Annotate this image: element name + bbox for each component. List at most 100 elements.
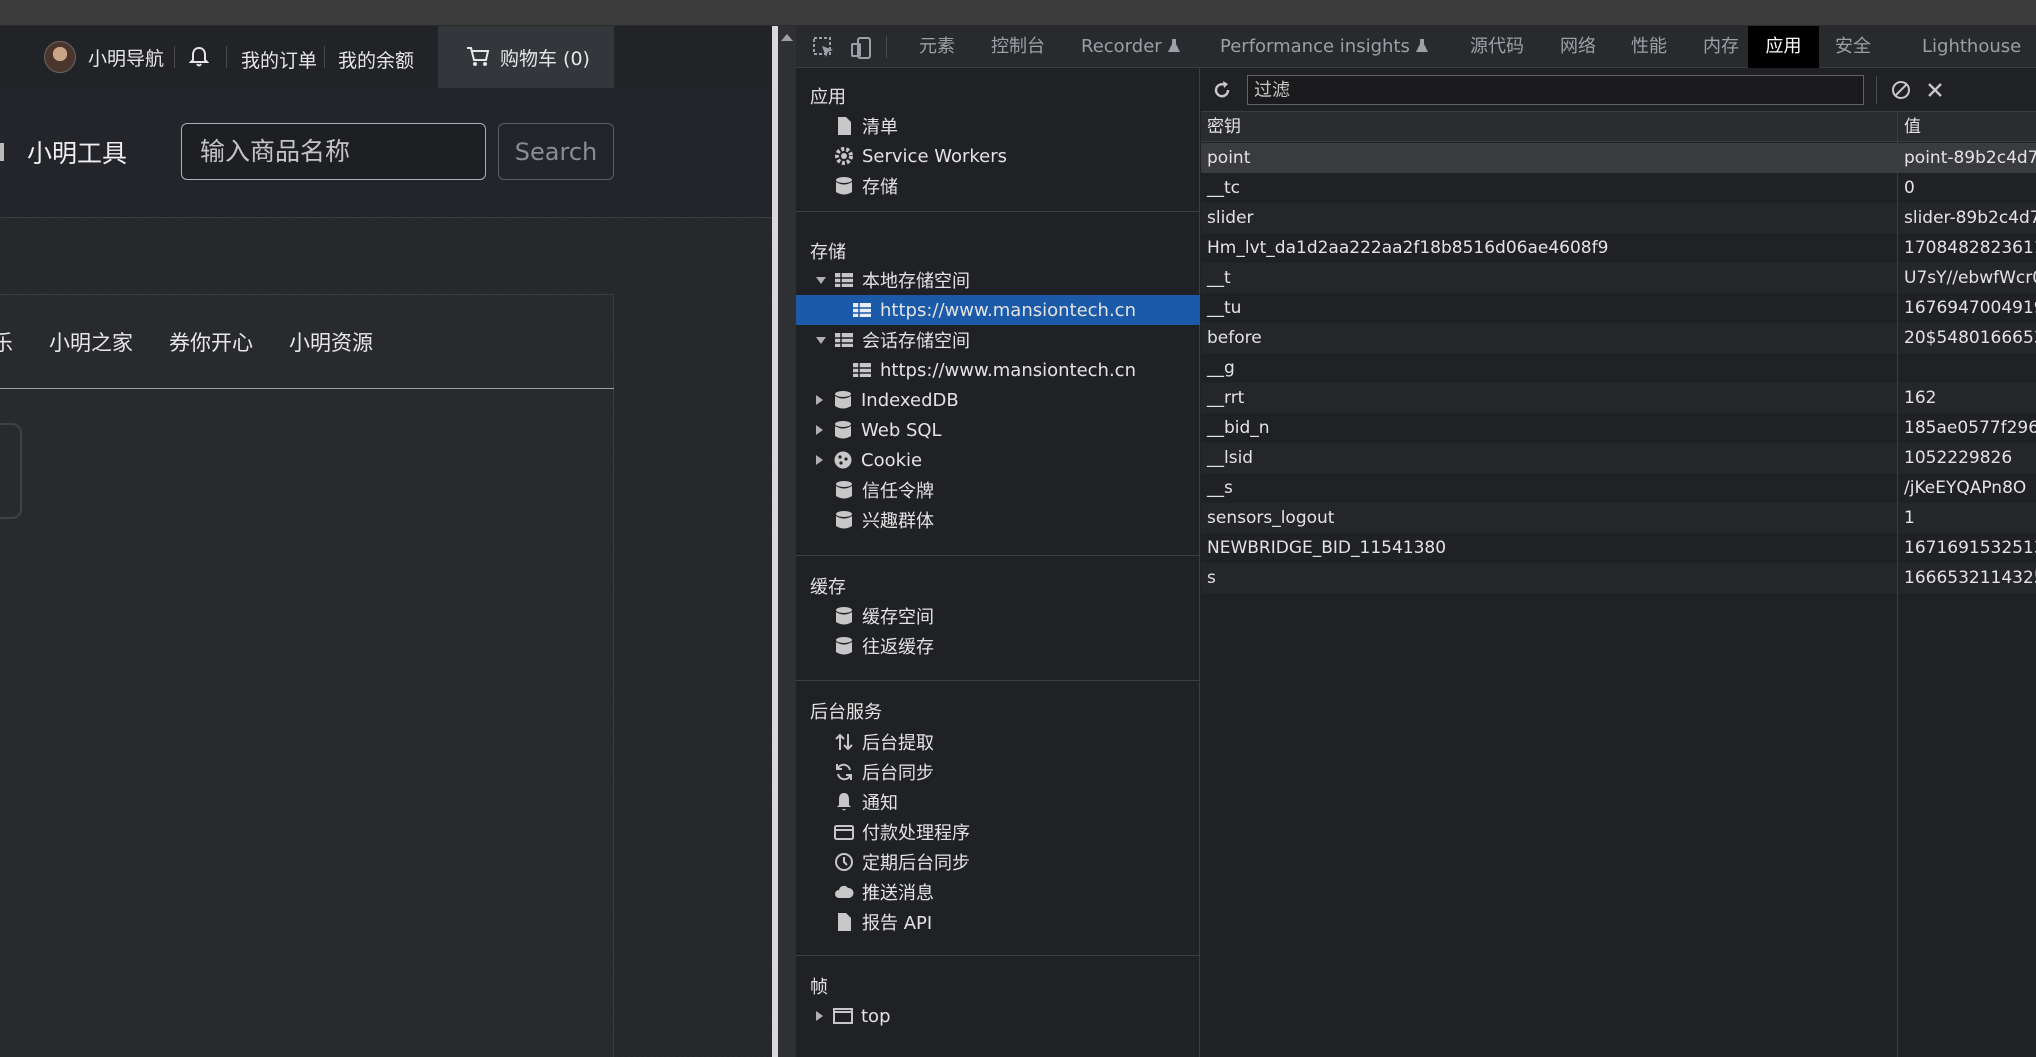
user-menu[interactable]: 小明导航: [44, 40, 164, 74]
table-row[interactable]: __bid_n 185ae0577f2964: [1201, 413, 2036, 443]
table-row[interactable]: point point-89b2c4d7: [1201, 143, 2036, 173]
row-key: point: [1207, 148, 1251, 168]
row-key: __t: [1207, 268, 1231, 288]
refresh-icon[interactable]: [1211, 79, 1233, 101]
table-row[interactable]: __lsid 1052229826: [1201, 443, 2036, 473]
tab-elements[interactable]: 元素: [907, 26, 967, 68]
table-row[interactable]: sensors_logout 1: [1201, 503, 2036, 533]
orders-link[interactable]: 我的订单: [241, 46, 317, 73]
sidebar-item-label: https://www.mansiontech.cn: [880, 299, 1136, 321]
sidebar-item-storage-overview[interactable]: 存储: [796, 171, 1200, 201]
product-search-input[interactable]: [181, 123, 486, 180]
sidebar-item-session-storage-origin[interactable]: https://www.mansiontech.cn: [796, 355, 1200, 385]
sidebar-item-payment-handler[interactable]: 付款处理程序: [796, 817, 1200, 847]
table-row[interactable]: s 1666532114325: [1201, 563, 2036, 593]
database-icon: [836, 177, 852, 195]
filter-input[interactable]: [1247, 75, 1864, 105]
table-row[interactable]: Hm_lvt_da1d2aa222aa2f18b8516d06ae4608f9 1…: [1201, 233, 2036, 263]
scroll-up-arrow[interactable]: [781, 34, 793, 41]
expand-arrow-icon[interactable]: [816, 336, 826, 344]
tab-console[interactable]: 控制台: [979, 26, 1057, 68]
browser-top-strip: [0, 0, 2036, 26]
sidebar-item-cache-storage[interactable]: 缓存空间: [796, 601, 1200, 631]
table-row[interactable]: before 20$5480166653: [1201, 323, 2036, 353]
sidebar-item-interest-groups[interactable]: 兴趣群体: [796, 505, 1200, 535]
user-name[interactable]: 小明导航: [88, 44, 164, 71]
collapse-arrow-icon[interactable]: [816, 455, 823, 465]
cart-button[interactable]: 购物车 (0): [438, 26, 614, 88]
sidebar-item-local-storage[interactable]: 本地存储空间: [796, 265, 1200, 295]
tab-lighthouse[interactable]: Lighthouse: [1910, 26, 2033, 68]
sidebar-item-label: 存储: [862, 177, 898, 198]
table-row[interactable]: __tu 1676947004919: [1201, 293, 2036, 323]
top-nav-bar: 小明导航 我的订单 我的余额 购物车 (0): [0, 26, 772, 88]
table-row[interactable]: __s/jKeEYQAPn8O: [1201, 473, 2036, 503]
category-menu: 乐 小明之家 券你开心 小明资源: [0, 295, 614, 389]
table-row[interactable]: slider slider-89b2c4d7: [1201, 203, 2036, 233]
menu-item[interactable]: 乐: [0, 327, 13, 357]
sidebar-item-push-messaging[interactable]: 推送消息: [796, 877, 1200, 907]
sidebar-item-trust-tokens[interactable]: 信任令牌: [796, 475, 1200, 505]
page-scrollbar[interactable]: [778, 26, 796, 1057]
collapse-arrow-icon[interactable]: [816, 1011, 823, 1021]
table-row[interactable]: __tc 0: [1201, 173, 2036, 203]
balance-link[interactable]: 我的余额: [338, 46, 414, 73]
search-button[interactable]: Search: [498, 123, 614, 180]
tab-performance-insights[interactable]: Performance insights: [1208, 26, 1440, 68]
sidebar-item-notifications[interactable]: 通知: [796, 787, 1200, 817]
table-row[interactable]: __t U7sY//ebwfWcr0: [1201, 263, 2036, 293]
menu-item[interactable]: 小明之家: [49, 327, 133, 357]
content-panel: 乐 小明之家 券你开心 小明资源: [0, 294, 614, 1057]
tab-application[interactable]: 应用: [1748, 26, 1819, 68]
sidebar-item-session-storage[interactable]: 会话存储空间: [796, 325, 1200, 355]
sidebar-item-web-sql[interactable]: Web SQL: [796, 415, 1200, 445]
tab-memory[interactable]: 内存: [1691, 26, 1751, 68]
tab-security[interactable]: 安全: [1823, 26, 1883, 68]
collapse-arrow-icon[interactable]: [816, 425, 823, 435]
sidebar-item-background-sync[interactable]: 后台同步: [796, 757, 1200, 787]
table-row[interactable]: NEWBRIDGE_BID_11541380 1671691532513: [1201, 533, 2036, 563]
sidebar-item-local-storage-origin[interactable]: https://www.mansiontech.cn: [796, 295, 1200, 325]
section-divider: [796, 680, 1200, 681]
sidebar-item-service-workers[interactable]: Service Workers: [796, 141, 1200, 171]
bell-icon[interactable]: [189, 46, 209, 68]
delete-selected-icon[interactable]: [1925, 80, 1945, 100]
sidebar-item-indexeddb[interactable]: IndexedDB: [796, 385, 1200, 415]
device-toolbar-icon[interactable]: [850, 36, 874, 60]
clear-all-icon[interactable]: [1891, 80, 1911, 100]
tab-network[interactable]: 网络: [1548, 26, 1608, 68]
inspect-element-icon[interactable]: [812, 36, 836, 60]
sidebar-item-bfcache[interactable]: 往返缓存: [796, 631, 1200, 661]
cart-label: 购物车 (0): [500, 47, 590, 70]
sidebar-item-reporting-api[interactable]: 报告 API: [796, 907, 1200, 937]
menu-item[interactable]: 小明资源: [289, 327, 373, 357]
section-title-background-services: 后台服务: [810, 702, 882, 723]
sidebar-item-cookie[interactable]: Cookie: [796, 445, 1200, 475]
table-row[interactable]: __rrt 162: [1201, 383, 2036, 413]
frame-window-icon: [833, 1008, 853, 1024]
tab-sources[interactable]: 源代码: [1458, 26, 1536, 68]
table-row[interactable]: __g: [1201, 353, 2036, 383]
column-header-key[interactable]: 密钥: [1201, 112, 1897, 142]
tab-performance[interactable]: 性能: [1619, 26, 1679, 68]
sidebar-item-frame-top[interactable]: top: [796, 1001, 1200, 1031]
table-grid-icon: [853, 363, 871, 377]
brand-title[interactable]: 小明工具: [27, 134, 127, 170]
expand-arrow-icon[interactable]: [816, 276, 826, 284]
sync-icon: [836, 763, 852, 781]
column-divider[interactable]: [1897, 112, 1898, 1057]
sidebar-item-label: 付款处理程序: [862, 823, 970, 844]
table-header: 密钥 值: [1201, 112, 2036, 142]
clock-icon: [835, 853, 853, 871]
sidebar-item-periodic-background-sync[interactable]: 定期后台同步: [796, 847, 1200, 877]
sidebar-item-manifest[interactable]: 清单: [796, 111, 1200, 141]
row-value: 20$5480166653: [1904, 328, 2036, 348]
brand-marker: [0, 143, 4, 161]
column-header-value[interactable]: 值: [1898, 112, 2036, 142]
tab-recorder[interactable]: Recorder: [1069, 26, 1192, 68]
menu-item[interactable]: 券你开心: [169, 327, 253, 357]
collapse-arrow-icon[interactable]: [816, 395, 823, 405]
avatar[interactable]: [44, 41, 76, 73]
sidebar-item-label: 兴趣群体: [862, 511, 934, 532]
sidebar-item-background-fetch[interactable]: 后台提取: [796, 727, 1200, 757]
